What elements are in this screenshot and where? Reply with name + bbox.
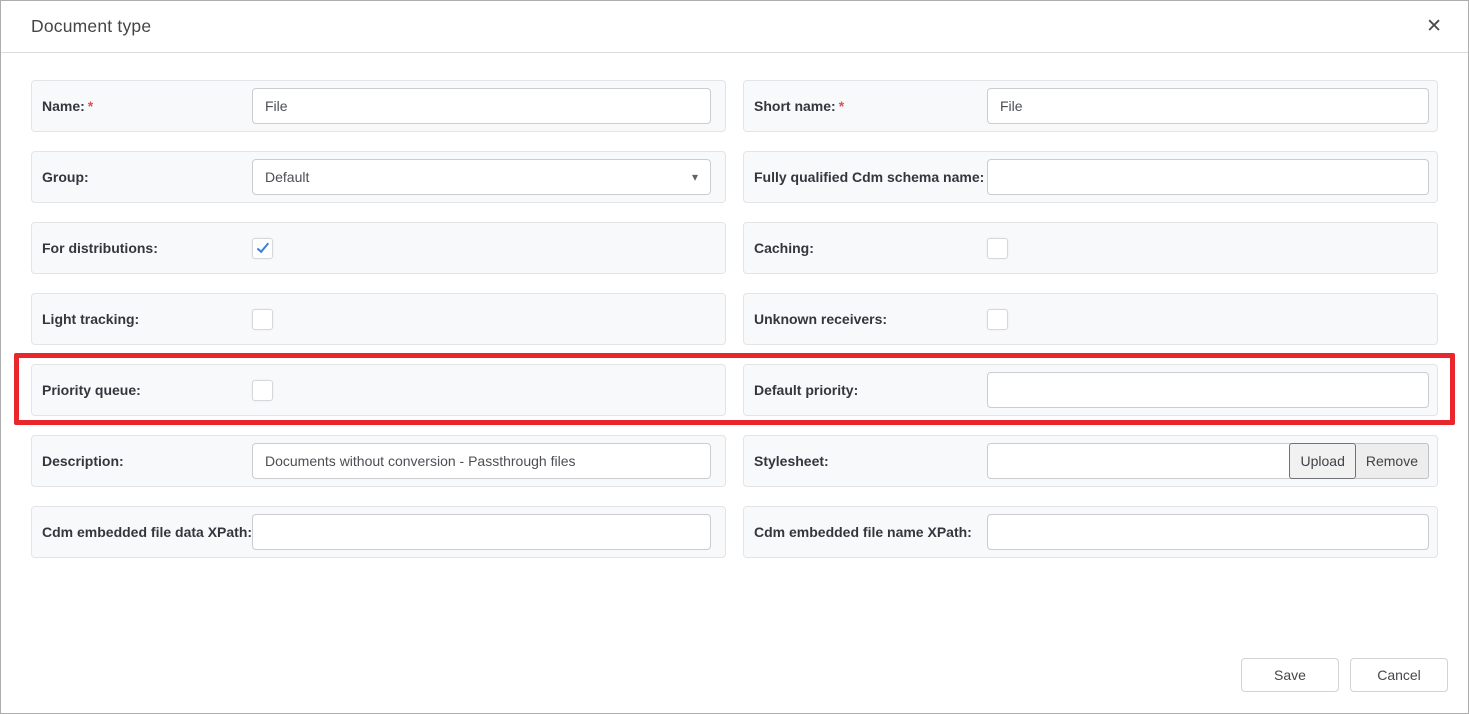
cdm-schema-name-control — [987, 159, 1429, 195]
short-name-control — [987, 88, 1429, 124]
cdm-file-name-xpath-input[interactable] — [987, 514, 1429, 550]
close-icon[interactable]: ✕ — [1422, 13, 1446, 40]
name-input[interactable] — [252, 88, 711, 124]
document-type-dialog: Document type ✕ Name:* Short name:* Grou… — [0, 0, 1469, 714]
field-row-name: Name:* — [31, 80, 726, 132]
cdm-file-data-xpath-control — [252, 514, 711, 550]
group-select[interactable]: Default ▾ — [252, 159, 711, 195]
field-row-stylesheet: Stylesheet: Upload Remove — [743, 435, 1438, 487]
stylesheet-buttons: Upload Remove — [1289, 443, 1429, 479]
field-row-short-name: Short name:* — [743, 80, 1438, 132]
group-label: Group: — [42, 169, 252, 185]
dialog-title: Document type — [31, 16, 1422, 37]
priority-queue-control — [252, 380, 711, 401]
field-row-unknown-receivers: Unknown receivers: — [743, 293, 1438, 345]
cdm-file-name-xpath-label: Cdm embedded file name XPath: — [754, 524, 987, 540]
default-priority-control — [987, 372, 1429, 408]
description-control — [252, 443, 711, 479]
required-asterisk: * — [88, 98, 93, 114]
group-control: Default ▾ — [252, 159, 711, 195]
checkmark-icon — [256, 240, 268, 253]
field-row-default-priority: Default priority: — [743, 364, 1438, 416]
dialog-body: Name:* Short name:* Group: Default — [1, 53, 1468, 558]
cdm-schema-name-label: Fully qualified Cdm schema name: — [754, 169, 987, 185]
for-distributions-control — [252, 238, 711, 259]
light-tracking-checkbox[interactable] — [252, 309, 273, 330]
unknown-receivers-label: Unknown receivers: — [754, 311, 987, 327]
field-row-for-distributions: For distributions: — [31, 222, 726, 274]
name-control — [252, 88, 711, 124]
short-name-input[interactable] — [987, 88, 1429, 124]
dropdown-caret-icon: ▾ — [692, 171, 698, 183]
caching-control — [987, 238, 1429, 259]
field-row-priority-queue: Priority queue: — [31, 364, 726, 416]
caching-checkbox[interactable] — [987, 238, 1008, 259]
field-row-cdm-schema-name: Fully qualified Cdm schema name: — [743, 151, 1438, 203]
unknown-receivers-checkbox[interactable] — [987, 309, 1008, 330]
field-row-caching: Caching: — [743, 222, 1438, 274]
dialog-header: Document type ✕ — [1, 1, 1468, 53]
caching-label: Caching: — [754, 240, 987, 256]
for-distributions-label: For distributions: — [42, 240, 252, 256]
group-select-value: Default — [265, 169, 692, 185]
unknown-receivers-control — [987, 309, 1429, 330]
field-row-cdm-file-data-xpath: Cdm embedded file data XPath: — [31, 506, 726, 558]
description-label: Description: — [42, 453, 252, 469]
description-input[interactable] — [252, 443, 711, 479]
cdm-file-data-xpath-input[interactable] — [252, 514, 711, 550]
cdm-file-data-xpath-label: Cdm embedded file data XPath: — [42, 524, 252, 540]
field-row-light-tracking: Light tracking: — [31, 293, 726, 345]
light-tracking-label: Light tracking: — [42, 311, 252, 327]
stylesheet-label: Stylesheet: — [754, 453, 987, 469]
field-row-group: Group: Default ▾ — [31, 151, 726, 203]
priority-queue-label: Priority queue: — [42, 382, 252, 398]
cdm-file-name-xpath-control — [987, 514, 1429, 550]
default-priority-label: Default priority: — [754, 382, 987, 398]
priority-queue-checkbox[interactable] — [252, 380, 273, 401]
save-button[interactable]: Save — [1241, 658, 1339, 692]
stylesheet-control: Upload Remove — [987, 443, 1429, 479]
short-name-label: Short name:* — [754, 98, 987, 114]
dialog-footer: Save Cancel — [1241, 658, 1448, 692]
field-row-description: Description: — [31, 435, 726, 487]
remove-button[interactable]: Remove — [1356, 443, 1429, 479]
light-tracking-control — [252, 309, 711, 330]
default-priority-input[interactable] — [987, 372, 1429, 408]
upload-button[interactable]: Upload — [1289, 443, 1355, 479]
cdm-schema-name-input[interactable] — [987, 159, 1429, 195]
field-row-cdm-file-name-xpath: Cdm embedded file name XPath: — [743, 506, 1438, 558]
cancel-button[interactable]: Cancel — [1350, 658, 1448, 692]
required-asterisk: * — [839, 98, 844, 114]
name-label: Name:* — [42, 98, 252, 114]
for-distributions-checkbox[interactable] — [252, 238, 273, 259]
